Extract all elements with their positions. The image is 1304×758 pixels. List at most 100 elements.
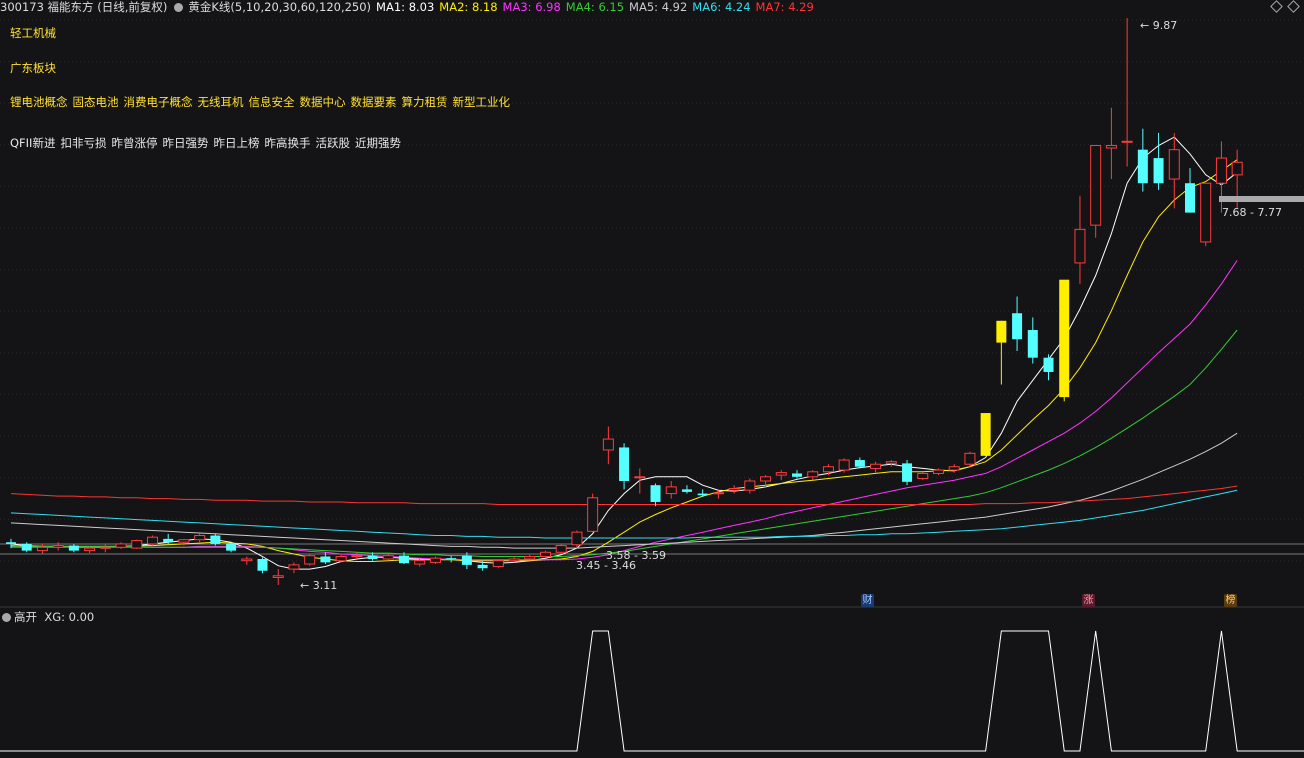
ma-legend-value: 4.24 <box>724 0 751 14</box>
candle-body <box>996 320 1007 343</box>
candle-body <box>131 540 143 549</box>
tag-item[interactable]: 数据要素 <box>351 95 397 109</box>
marker-limit-up[interactable]: 涨 <box>1082 594 1095 607</box>
tag-item[interactable]: 活跃股 <box>315 136 350 150</box>
candle-body <box>492 560 504 568</box>
candle-body <box>619 447 630 481</box>
tag-item[interactable]: 扣非亏损 <box>60 136 106 150</box>
candle-body <box>99 546 111 549</box>
tag-item[interactable]: QFII新进 <box>10 136 55 150</box>
candle-body <box>760 476 772 482</box>
marker-finance[interactable]: 财 <box>861 594 874 607</box>
candle-body <box>650 485 661 502</box>
candle-body <box>1137 149 1148 184</box>
candle-body <box>902 463 913 482</box>
chart-header: 300173 福能东方 (日线,前复权) 黄金K线(5,10,20,30,60,1… <box>0 0 824 16</box>
ma-legend-value: 8.18 <box>471 0 498 14</box>
candle-body <box>6 542 16 544</box>
candle-body <box>980 413 991 456</box>
candle-body <box>634 476 646 479</box>
candle-body <box>555 545 567 553</box>
candle-body <box>429 557 441 563</box>
candle-body <box>1043 357 1054 372</box>
candle-body <box>446 558 457 560</box>
candle-body <box>697 493 708 496</box>
candle-body <box>587 497 599 532</box>
range-label: 3.45 - 3.46 <box>576 559 636 572</box>
candle-body <box>1231 161 1243 176</box>
ma-legend-item: MA6: 4.24 <box>692 0 751 14</box>
indicator-name[interactable]: 黄金K线(5,10,20,30,60,120,250) <box>188 0 371 14</box>
tag-item[interactable]: 昨日上榜 <box>213 136 259 150</box>
sub-panel-menu-icon[interactable] <box>2 613 11 622</box>
tag-item[interactable]: 数据中心 <box>300 95 346 109</box>
tag-line-status: QFII新进 扣非亏损 昨曾涨停 昨日强势 昨日上榜 昨高换手 活跃股 近期强势 <box>10 135 406 151</box>
candle-body <box>1200 182 1212 243</box>
candle-body <box>21 543 32 551</box>
candle-body <box>948 466 960 471</box>
candle-body <box>414 560 426 565</box>
sub-panel-header: 高开 XG: 0.00 <box>0 609 94 625</box>
candle-body <box>681 489 692 492</box>
xg-signal-line <box>0 630 1304 752</box>
candle-body <box>320 556 331 563</box>
candle-body <box>854 460 865 467</box>
candle-body <box>1185 183 1195 213</box>
candle-body <box>1012 313 1023 340</box>
candle-body <box>367 555 378 559</box>
candle-body <box>1153 158 1164 184</box>
candle-body <box>744 480 756 491</box>
tag-item[interactable]: 昨曾涨停 <box>111 136 157 150</box>
candle-body <box>917 472 929 479</box>
low-label: ← 3.11 <box>300 579 337 592</box>
ma-legend-value: 6.15 <box>598 0 625 14</box>
candle-body <box>524 555 536 560</box>
candle-body <box>1074 228 1086 264</box>
tag-item[interactable]: 锂电池概念 <box>10 95 68 109</box>
ma-legend-item: MA7: 4.29 <box>755 0 814 14</box>
tag-item[interactable]: 昨日强势 <box>162 136 208 150</box>
candle-body <box>1168 149 1180 180</box>
candle-body <box>163 538 174 543</box>
candle-body <box>146 536 158 545</box>
candle-body <box>775 472 787 476</box>
tag-item[interactable]: 算力租赁 <box>402 95 448 109</box>
sub-panel-title[interactable]: 高开 <box>14 610 37 624</box>
stock-title: 300173 福能东方 (日线,前复权) <box>0 0 168 14</box>
candle-body <box>351 555 363 558</box>
tag-item[interactable]: 固态电池 <box>73 95 119 109</box>
candle-body <box>964 452 976 465</box>
indicator-menu-icon[interactable] <box>174 3 184 12</box>
candle-body <box>508 558 520 562</box>
marker-list[interactable]: 榜 <box>1224 594 1237 607</box>
candle-body <box>712 492 724 495</box>
tag-item[interactable]: 广东板块 <box>10 61 56 75</box>
candle-body <box>1105 144 1117 149</box>
tag-item[interactable]: 新型工业化 <box>453 95 511 109</box>
tag-item[interactable]: 近期强势 <box>355 136 401 150</box>
xg-value: XG: 0.00 <box>44 610 95 624</box>
candle-body <box>335 555 347 562</box>
ma-line-ma3 <box>11 260 1238 561</box>
kline-chart[interactable]: ← 9.87← 3.113.58 - 3.593.45 - 3.467.68 -… <box>0 0 1304 758</box>
candle-body <box>178 539 190 543</box>
candle-body <box>115 543 127 548</box>
candle-body <box>257 558 268 571</box>
candle-body <box>477 564 488 569</box>
candle-body <box>52 545 64 548</box>
candle-body <box>602 438 614 451</box>
candle-body <box>1059 279 1070 398</box>
tag-item[interactable]: 轻工机械 <box>10 26 56 40</box>
tag-item[interactable]: 无线耳机 <box>198 95 244 109</box>
candle-body <box>838 459 850 471</box>
ma-legend-value: 4.29 <box>788 0 814 14</box>
candle-body <box>84 547 96 552</box>
candle-body <box>932 469 944 474</box>
candle-body <box>807 471 819 478</box>
candle-body <box>822 466 834 473</box>
tag-item[interactable]: 信息安全 <box>249 95 295 109</box>
tag-item[interactable]: 消费电子概念 <box>124 95 193 109</box>
candle-body <box>194 535 206 541</box>
tag-item[interactable]: 昨高换手 <box>264 136 310 150</box>
candle-body <box>241 558 253 562</box>
